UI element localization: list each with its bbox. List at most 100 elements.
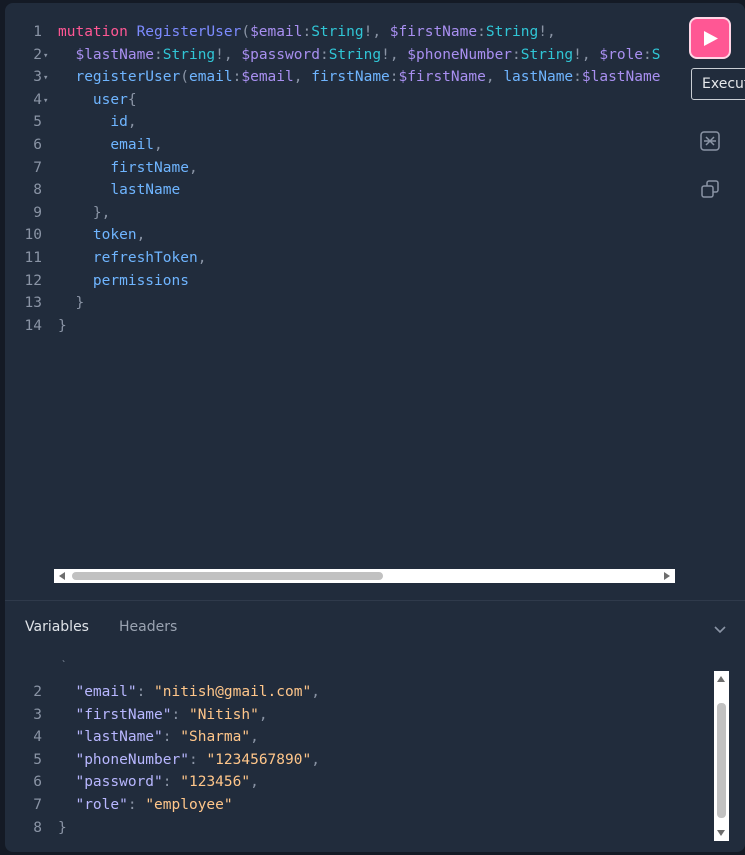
- code-token: :: [477, 24, 486, 40]
- toggle-editor-tools-button[interactable]: [712, 621, 728, 637]
- code-text: "phoneNumber": "1234567890",: [58, 749, 319, 772]
- code-token: "Sharma": [180, 729, 251, 746]
- code-token: $lastName: [581, 69, 661, 86]
- code-token: $firstName: [389, 24, 478, 40]
- code-token: "firstName": [75, 706, 172, 723]
- code-token: "1234567890": [206, 751, 312, 768]
- code-token: String: [311, 24, 364, 40]
- line-number: 2: [33, 46, 42, 63]
- code-token: :: [136, 684, 155, 700]
- code-token: "email": [75, 684, 137, 700]
- code-token: !: [538, 24, 547, 40]
- copy-icon: [701, 180, 719, 198]
- code-token: ,: [546, 24, 556, 40]
- scrollbar-thumb[interactable]: [717, 703, 726, 818]
- code-token: lastName: [503, 69, 574, 86]
- scrolled-line-hint: `: [61, 660, 68, 671]
- code-token: },: [92, 204, 111, 221]
- line-number: 11: [24, 250, 42, 266]
- code-text: "email": "nitish@gmail.com",: [58, 681, 319, 704]
- code-token: RegisterUser: [136, 24, 242, 40]
- code-text: email,: [58, 134, 162, 157]
- code-token: "nitish@gmail.com": [154, 684, 312, 700]
- code-token: "role": [75, 797, 128, 813]
- line-number: 2: [33, 684, 42, 700]
- query-editor-horizontal-scrollbar[interactable]: [54, 569, 675, 583]
- code-token: :: [162, 729, 181, 746]
- scroll-down-arrow-icon[interactable]: [717, 830, 725, 836]
- code-token: ,: [197, 250, 207, 266]
- code-token: token: [92, 227, 137, 244]
- code-token: String: [485, 24, 539, 40]
- code-token: ,: [250, 729, 259, 746]
- code-token: firstName: [311, 69, 390, 86]
- code-token: ,: [581, 46, 600, 63]
- code-token: "phoneNumber": [75, 751, 189, 768]
- copy-query-button[interactable]: [699, 178, 721, 200]
- code-token: ,: [250, 774, 259, 791]
- code-text: }: [58, 315, 67, 338]
- code-text: registerUser(email:$email, firstName:$fi…: [58, 66, 660, 89]
- code-token: firstName: [110, 159, 189, 176]
- code-token: }: [75, 295, 85, 312]
- line-number: 7: [33, 159, 42, 176]
- variables-editor[interactable]: ` 2 "email": "nitish@gmail.com", 3 "firstN…: [5, 660, 705, 845]
- code-token: :: [573, 69, 582, 86]
- scroll-right-arrow-icon[interactable]: [664, 572, 670, 580]
- line-number: 8: [33, 819, 42, 836]
- code-token: ,: [389, 46, 408, 63]
- line-number: 6: [33, 774, 42, 791]
- line-number: 10: [24, 227, 42, 244]
- merge-fragments-button[interactable]: [699, 130, 721, 152]
- code-token: ,: [372, 24, 390, 40]
- code-token: !: [215, 46, 224, 63]
- tab-headers[interactable]: Headers: [119, 619, 177, 635]
- code-text: user{: [58, 89, 137, 112]
- merge-icon: [700, 131, 720, 151]
- scrollbar-thumb[interactable]: [72, 572, 383, 580]
- code-token: :: [127, 797, 146, 813]
- variables-vertical-scrollbar[interactable]: [714, 671, 729, 841]
- scroll-up-arrow-icon[interactable]: [717, 676, 725, 682]
- code-token: String: [520, 46, 574, 63]
- fold-toggle-icon[interactable]: ▾: [43, 67, 48, 90]
- code-token: ,: [223, 46, 242, 63]
- code-token: !: [381, 46, 390, 63]
- line-number: 3: [33, 706, 42, 723]
- scroll-left-arrow-icon[interactable]: [59, 572, 65, 580]
- code-text: firstName,: [58, 157, 198, 180]
- code-token: user: [92, 91, 128, 108]
- query-editor[interactable]: 1 mutation RegisterUser($email:String!, $…: [5, 21, 677, 351]
- code-token: :: [319, 46, 329, 63]
- code-token: permissions: [92, 272, 189, 289]
- code-token: String: [162, 46, 216, 63]
- line-number: 7: [33, 797, 42, 813]
- code-text: "firstName": "Nitish",: [58, 704, 268, 727]
- code-text: }: [58, 817, 67, 840]
- code-token: ,: [136, 227, 146, 244]
- code-token: :: [154, 46, 163, 63]
- code-token: ,: [258, 706, 268, 723]
- code-token: ,: [188, 159, 198, 176]
- code-token: (: [241, 24, 251, 40]
- code-token: :: [302, 24, 312, 40]
- tab-variables[interactable]: Variables: [25, 619, 89, 635]
- fold-toggle-icon[interactable]: ▾: [43, 90, 48, 113]
- execute-query-button[interactable]: [689, 17, 731, 59]
- code-token: $role: [599, 46, 644, 63]
- code-token: (: [180, 69, 189, 86]
- code-token: "Nitish": [188, 706, 259, 723]
- code-token: refreshToken: [92, 250, 198, 266]
- fold-toggle-icon[interactable]: ▾: [43, 45, 48, 68]
- code-token: "password": [75, 774, 163, 791]
- line-number: 12: [24, 272, 42, 289]
- code-token: :: [512, 46, 521, 63]
- code-token: ,: [485, 69, 504, 86]
- code-token: ,: [127, 114, 137, 131]
